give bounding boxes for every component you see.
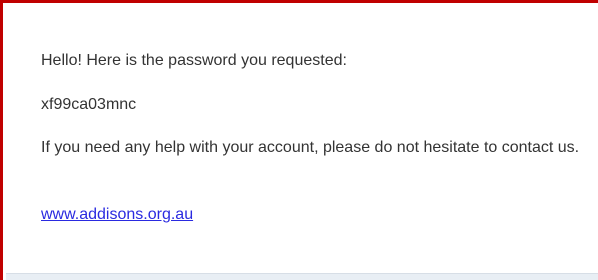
website-link-line: www.addisons.org.au [41, 204, 193, 226]
help-text: If you need any help with your account, … [41, 139, 580, 156]
website-link[interactable]: www.addisons.org.au [41, 206, 193, 223]
greeting-text: Hello! Here is the password you requeste… [41, 52, 347, 69]
email-message-frame: Hello! Here is the password you requeste… [0, 0, 598, 280]
bottom-bar [6, 273, 598, 280]
password-text: xf99ca03mnc [41, 96, 137, 113]
